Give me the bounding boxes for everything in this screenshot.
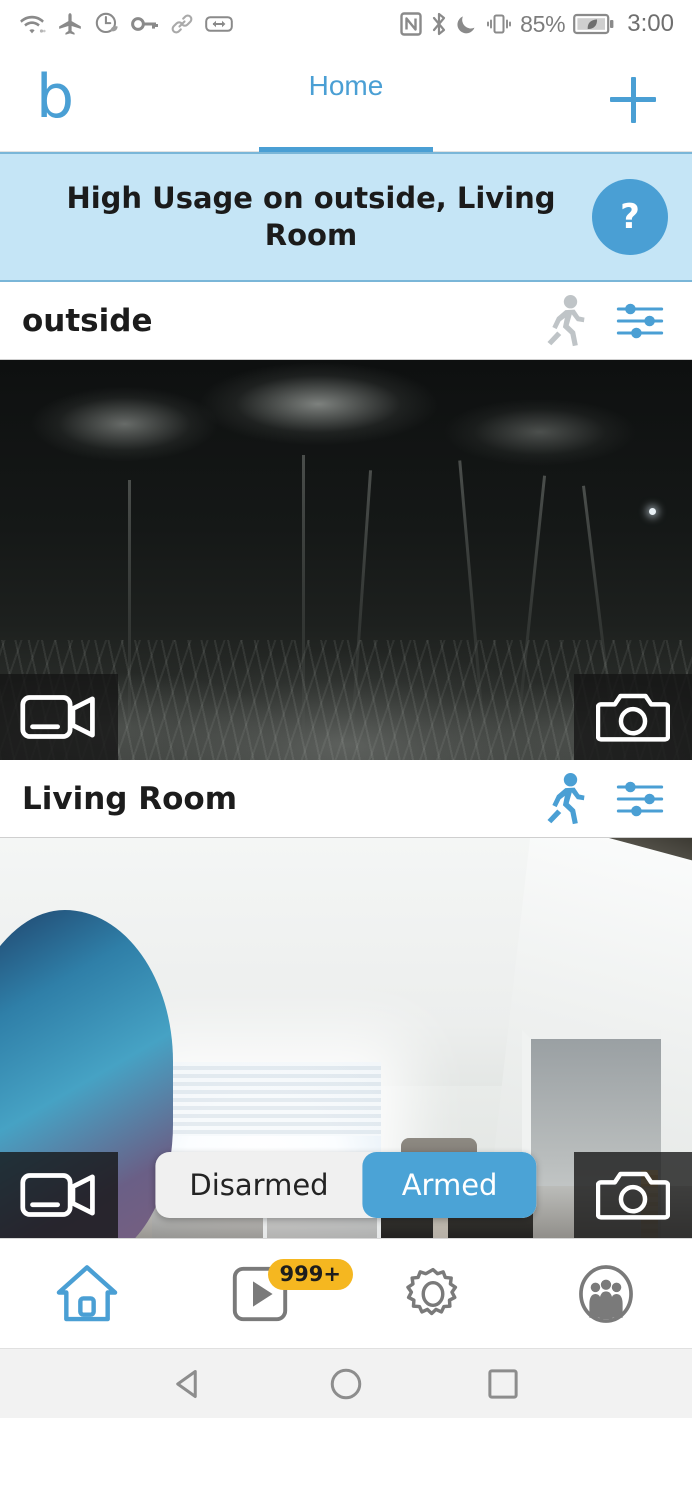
tab-bar: Home <box>0 48 692 152</box>
motion-person-icon[interactable] <box>544 294 588 348</box>
help-label: ? <box>620 197 640 237</box>
tab-home-label: Home <box>308 69 384 101</box>
nav-item-settings[interactable] <box>346 1239 519 1348</box>
camera-feed-outside[interactable] <box>0 360 692 760</box>
sliders-icon[interactable] <box>616 777 664 821</box>
video-record-icon <box>20 1173 95 1217</box>
motion-person-icon[interactable] <box>544 772 588 826</box>
record-video-button-living-room[interactable] <box>0 1152 118 1238</box>
camera-header-outside: outside <box>0 282 692 360</box>
help-button[interactable]: ? <box>592 179 668 255</box>
disarmed-segment[interactable]: Disarmed <box>155 1152 362 1218</box>
camera-name-living-room: Living Room <box>22 780 238 817</box>
bluetooth-icon <box>433 12 446 36</box>
nfc-icon <box>400 12 422 36</box>
wifi-icon <box>20 15 46 34</box>
people-group-icon <box>578 1264 633 1323</box>
record-video-button-outside[interactable] <box>0 674 118 760</box>
high-usage-banner[interactable]: High Usage on outside, Living Room ? <box>0 152 692 282</box>
link-icon <box>171 14 193 34</box>
add-icon[interactable] <box>610 76 656 123</box>
clips-badge: 999+ <box>267 1259 353 1290</box>
nav-item-clips[interactable]: 999+ <box>173 1239 353 1348</box>
snapshot-button-living-room[interactable] <box>574 1152 692 1238</box>
back-triangle-icon[interactable] <box>169 1364 209 1404</box>
recents-square-icon[interactable] <box>483 1364 523 1404</box>
status-bar-right-icons: 85% 3:00 <box>400 10 674 38</box>
bottom-navigation: 999+ <box>0 1238 692 1348</box>
airplane-mode-icon <box>59 13 81 35</box>
camera-header-living-room: Living Room <box>0 760 692 838</box>
camera-name-outside: outside <box>22 302 153 339</box>
video-record-icon <box>20 695 95 739</box>
light-reflection <box>649 508 656 515</box>
nav-item-home[interactable] <box>0 1239 173 1348</box>
nav-item-account[interactable] <box>519 1239 692 1348</box>
battery-percent: 85% <box>520 10 566 37</box>
camera-actions-living-room <box>544 772 664 826</box>
battery-eco-icon <box>573 13 614 35</box>
snapshot-button-outside[interactable] <box>574 674 692 760</box>
arm-disarm-toggle[interactable]: Disarmed Armed <box>155 1152 537 1218</box>
gear-icon <box>405 1267 457 1315</box>
tab-home[interactable]: Home <box>258 48 433 152</box>
app-header: b Home <box>0 48 692 152</box>
camera-actions-outside <box>544 294 664 348</box>
camera-feed-living-room[interactable]: Disarmed Armed <box>0 838 692 1238</box>
vpn-key-icon <box>131 17 158 31</box>
status-bar: 85% 3:00 <box>0 0 692 48</box>
window-blinds <box>152 1062 381 1136</box>
home-circle-icon[interactable] <box>326 1364 366 1404</box>
photo-camera-icon <box>596 693 670 742</box>
android-navigation-bar <box>0 1348 692 1418</box>
app-screen: 85% 3:00 b Home High Usage on outside, L… <box>0 0 692 1500</box>
home-icon <box>56 1264 117 1321</box>
armed-segment[interactable]: Armed <box>362 1152 537 1218</box>
app-logo: b <box>36 61 75 132</box>
sliders-icon[interactable] <box>616 299 664 343</box>
card-icon <box>205 16 233 32</box>
status-bar-left-icons <box>18 11 233 37</box>
do-not-disturb-icon <box>457 16 475 34</box>
photo-camera-icon <box>596 1171 670 1220</box>
status-bar-clock: 3:00 <box>627 10 674 37</box>
power-saving-icon <box>95 12 118 34</box>
banner-message: High Usage on outside, Living Room <box>66 180 556 252</box>
vibrate-icon <box>487 14 512 34</box>
